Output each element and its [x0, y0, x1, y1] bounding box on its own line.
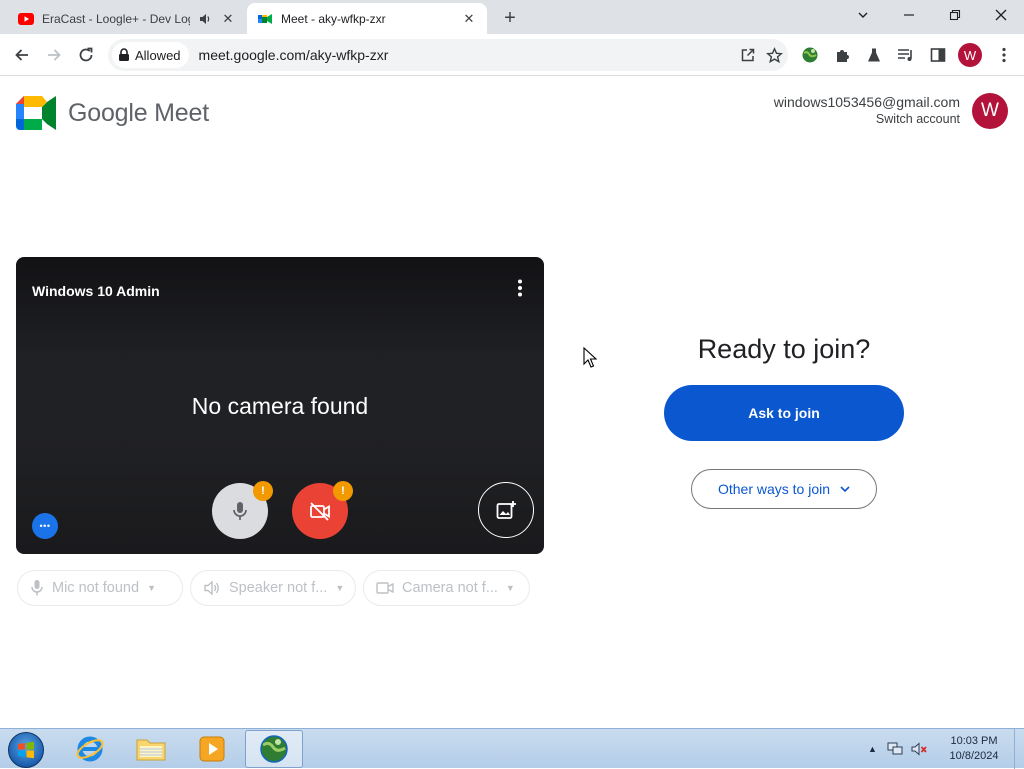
media-player-icon: [199, 736, 225, 762]
other-ways-label: Other ways to join: [717, 481, 831, 497]
youtube-icon: [18, 12, 34, 25]
no-camera-message: No camera found: [191, 393, 369, 419]
tab-strip: EraCast - Loogle+ - Dev Log ✕ Meet - aky…: [0, 0, 1024, 34]
more-options-icon[interactable]: [510, 277, 530, 299]
bookmark-star-icon[interactable]: [762, 43, 786, 67]
media-queue-icon[interactable]: [894, 43, 918, 67]
speaker-icon: [204, 580, 219, 596]
forward-icon[interactable]: [40, 41, 68, 69]
ask-to-join-button[interactable]: Ask to join: [664, 385, 904, 441]
add-effects-icon: [496, 501, 516, 519]
lab-flask-icon[interactable]: [862, 43, 886, 67]
chevron-down-icon: ▼: [505, 583, 515, 593]
ready-to-join-heading: Ready to join?: [697, 334, 871, 364]
taskbar-file-explorer[interactable]: [122, 730, 180, 768]
extension-globe-icon[interactable]: [798, 43, 822, 67]
camera-icon: [376, 582, 394, 594]
more-dots-icon: •••: [39, 520, 51, 531]
browser-profile-avatar[interactable]: W: [958, 43, 982, 67]
switch-account-link[interactable]: Switch account: [774, 112, 960, 126]
speaker-select-label: Speaker not f...: [229, 580, 328, 596]
speaker-select[interactable]: Speaker not f... ▼: [190, 570, 356, 606]
tab-title: EraCast - Loogle+ - Dev Log: [42, 11, 190, 26]
account-info: windows1053456@gmail.com Switch account: [774, 94, 960, 126]
network-icon[interactable]: [887, 742, 903, 756]
visual-effects-button[interactable]: [478, 482, 534, 538]
site-permission-chip[interactable]: Allowed: [112, 42, 189, 68]
system-clock[interactable]: 10:03 PM 10/8/2024: [938, 734, 1010, 764]
minimize-icon[interactable]: [886, 0, 932, 30]
meet-logo-icon: [16, 96, 56, 130]
new-tab-button[interactable]: +: [498, 6, 522, 30]
close-tab-icon[interactable]: ✕: [220, 11, 236, 27]
chevron-down-icon: ▼: [147, 583, 156, 593]
participant-name: Windows 10 Admin: [32, 283, 160, 299]
internet-explorer-icon: [76, 736, 104, 762]
restore-icon[interactable]: [932, 0, 978, 30]
taskbar-media-player[interactable]: [183, 730, 241, 768]
tab-eracast[interactable]: EraCast - Loogle+ - Dev Log ✕: [8, 3, 246, 34]
camera-off-icon: [310, 502, 330, 521]
browser-menu-icon[interactable]: [992, 43, 1016, 67]
speaker-icon[interactable]: [198, 12, 212, 26]
chevron-down-icon: [840, 485, 850, 492]
close-window-icon[interactable]: [978, 0, 1024, 30]
share-icon[interactable]: [736, 43, 760, 67]
chevron-down-icon: ▼: [335, 583, 345, 593]
camera-select[interactable]: Camera not f... ▼: [363, 570, 530, 606]
show-desktop-button[interactable]: [1014, 729, 1024, 769]
folder-icon: [136, 739, 166, 761]
microphone-icon: [31, 580, 43, 596]
reload-icon[interactable]: [72, 41, 100, 69]
mic-select[interactable]: Mic not found ▼: [17, 570, 183, 606]
account-email: windows1053456@gmail.com: [773, 94, 960, 110]
microphone-icon: [233, 502, 247, 520]
side-panel-icon[interactable]: [926, 43, 950, 67]
volume-muted-icon[interactable]: [911, 742, 929, 756]
mouse-cursor-icon: [583, 347, 597, 368]
close-tab-icon[interactable]: ✕: [461, 11, 477, 27]
account-avatar[interactable]: W: [972, 93, 1008, 129]
start-button[interactable]: [8, 732, 44, 768]
tab-search-icon[interactable]: [840, 0, 886, 30]
camera-select-label: Camera not f...: [402, 580, 498, 596]
windows-taskbar: ▲ 10:03 PM 10/8/2024: [0, 728, 1024, 769]
extensions-puzzle-icon[interactable]: [830, 43, 854, 67]
browser-toolbar: Allowed meet.google.com/aky-wfkp-zxr W: [0, 34, 1024, 76]
camera-warning-badge: !: [333, 481, 353, 501]
clock-time: 10:03 PM: [950, 735, 998, 747]
mic-warning-badge: !: [253, 481, 273, 501]
show-hidden-icons-icon[interactable]: ▲: [868, 744, 877, 754]
meet-brand-text: Google Meet: [68, 98, 209, 127]
lock-icon: [119, 48, 129, 61]
address-bar[interactable]: Allowed meet.google.com/aky-wfkp-zxr: [108, 39, 788, 71]
system-tray: ▲: [868, 729, 929, 769]
taskbar-internet-explorer[interactable]: [61, 730, 119, 768]
tab-meet[interactable]: Meet - aky-wfkp-zxr ✕: [247, 3, 487, 34]
back-icon[interactable]: [8, 41, 36, 69]
other-ways-to-join-button[interactable]: Other ways to join: [691, 469, 877, 509]
site-chip-label: Allowed: [135, 47, 181, 63]
windows-logo-icon: [18, 741, 34, 759]
taskbar-chrome[interactable]: [245, 730, 303, 768]
meet-favicon-icon: [258, 13, 272, 24]
mic-select-label: Mic not found: [52, 580, 140, 596]
url-text[interactable]: meet.google.com/aky-wfkp-zxr: [199, 47, 736, 63]
tab-title: Meet - aky-wfkp-zxr: [281, 11, 386, 26]
browser-globe-icon: [260, 735, 288, 763]
more-actions-button[interactable]: •••: [32, 513, 58, 539]
google-meet-logo[interactable]: Google Meet: [16, 96, 209, 130]
self-preview-tile: Windows 10 Admin No camera found ! ! •••: [16, 257, 544, 554]
clock-date: 10/8/2024: [949, 750, 999, 762]
